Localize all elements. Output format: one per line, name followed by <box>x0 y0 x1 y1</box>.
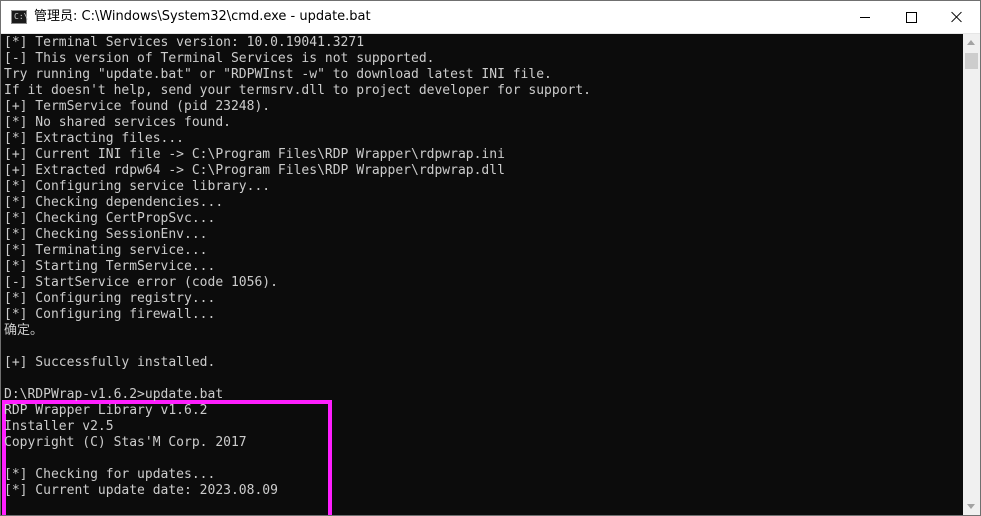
console-line: [*] No shared services found. <box>4 115 231 130</box>
console-line: [*] Configuring registry... <box>4 291 216 306</box>
title-bar[interactable]: C:\ 管理员: C:\Windows\System32\cmd.exe - u… <box>1 1 980 34</box>
console-line: D:\RDPWrap-v1.6.2>update.bat <box>4 387 224 402</box>
console-line: RDP Wrapper Library v1.6.2 <box>4 403 208 418</box>
window-title: 管理员: C:\Windows\System32\cmd.exe - updat… <box>34 9 371 24</box>
console-line: [*] Configuring service library... <box>4 179 271 194</box>
console-line: [*] Current update date: 2023.08.09 <box>4 483 278 498</box>
console-line: [+] TermService found (pid 23248). <box>4 99 271 114</box>
vertical-scrollbar[interactable] <box>963 34 980 515</box>
cmd-icon-label: C:\ <box>14 12 29 21</box>
console-line: [*] Checking SessionEnv... <box>4 227 208 242</box>
console-line: [+] Extracted rdpw64 -> C:\Program Files… <box>4 163 505 178</box>
console-line: [+] Successfully installed. <box>4 355 216 370</box>
scroll-up-arrow-icon[interactable] <box>967 40 975 45</box>
console-line: Try running "update.bat" or "RDPWInst -w… <box>4 67 552 82</box>
close-icon <box>951 11 963 23</box>
console-line: If it doesn't help, send your termsrv.dl… <box>4 83 591 98</box>
console-line: [*] Starting TermService... <box>4 259 216 274</box>
minimize-icon <box>860 16 870 18</box>
console-line: [*] Configuring firewall... <box>4 307 216 322</box>
scroll-thumb[interactable] <box>965 53 978 69</box>
console-line: Copyright (C) Stas'M Corp. 2017 <box>4 435 247 450</box>
console-line: [-] This version of Terminal Services is… <box>4 51 435 66</box>
console-line: Installer v2.5 <box>4 419 114 434</box>
scroll-down-arrow-icon[interactable] <box>967 504 975 509</box>
console-line: [*] Extracting files... <box>4 131 185 146</box>
cmd-window: C:\ 管理员: C:\Windows\System32\cmd.exe - u… <box>0 0 981 516</box>
close-button[interactable] <box>934 1 980 33</box>
console-line: [*] Terminal Services version: 10.0.1904… <box>4 35 365 50</box>
maximize-button[interactable] <box>888 1 934 33</box>
console-line: [*] Checking for updates... <box>4 467 216 482</box>
console-line: [+] Current INI file -> C:\Program Files… <box>4 147 505 162</box>
console-line: [*] Terminating service... <box>4 243 208 258</box>
console-output[interactable]: [*] Terminal Services version: 10.0.1904… <box>1 34 963 515</box>
minimize-button[interactable] <box>842 1 888 33</box>
console-line: [*] Checking CertPropSvc... <box>4 211 216 226</box>
console-line: [*] Checking dependencies... <box>4 195 224 210</box>
cmd-icon[interactable]: C:\ <box>11 10 29 24</box>
console-line: [-] StartService error (code 1056). <box>4 275 278 290</box>
maximize-icon <box>905 11 917 23</box>
console-line: 确定。 <box>4 323 44 338</box>
